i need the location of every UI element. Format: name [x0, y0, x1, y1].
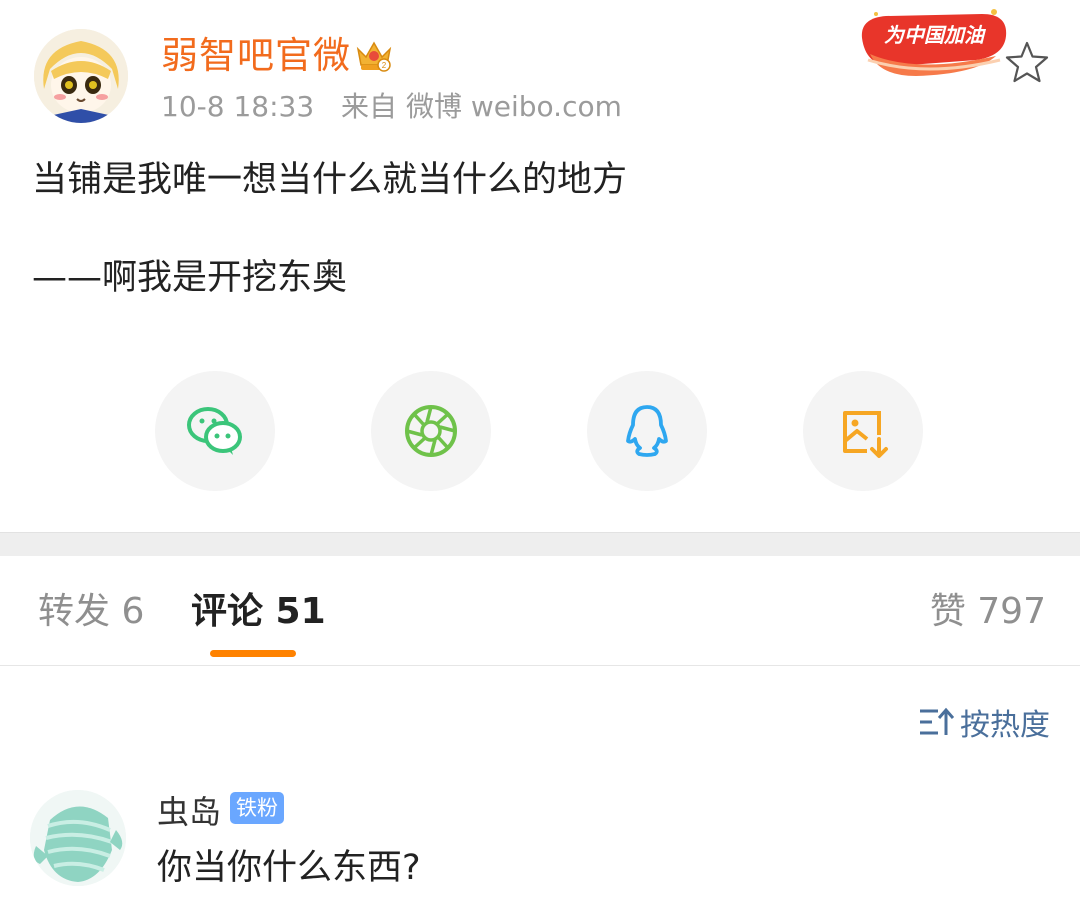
- moments-icon: [405, 405, 457, 457]
- author-name[interactable]: 弱智吧官微: [161, 34, 351, 78]
- fan-badge: 铁粉: [230, 792, 284, 824]
- share-moments-button[interactable]: [371, 371, 491, 491]
- tab-divider: [0, 665, 1080, 666]
- sort-icon: [920, 707, 954, 735]
- commenter-name[interactable]: 虫岛: [157, 791, 221, 833]
- comment-text: 你当你什么东西?: [157, 848, 421, 888]
- share-qq-button[interactable]: [587, 371, 707, 491]
- sort-by-hot-button[interactable]: 按热度: [918, 700, 1050, 744]
- section-divider: [0, 532, 1080, 556]
- post-time: 10-8 18:33: [161, 90, 315, 123]
- post-content: 当铺是我唯一想当什么就当什么的地方 ——啊我是开挖东奥: [32, 155, 627, 351]
- favorite-star-icon[interactable]: [1003, 39, 1051, 85]
- tab-comment[interactable]: 评论 51: [191, 585, 326, 639]
- post-meta: 10-8 18:33 来自 微博 weibo.com: [161, 88, 640, 126]
- post-line-1: 当铺是我唯一想当什么就当什么的地方: [32, 160, 628, 200]
- vip-crown-icon: 2: [354, 37, 394, 73]
- active-tab-indicator: [210, 650, 296, 657]
- commenter-avatar[interactable]: [30, 790, 126, 886]
- share-wechat-button[interactable]: [155, 371, 275, 491]
- sort-label: 按热度: [960, 708, 1050, 743]
- post-source[interactable]: 来自 微博 weibo.com: [341, 90, 622, 123]
- wechat-icon: [187, 407, 242, 455]
- save-image-icon: [843, 411, 888, 458]
- save-image-button[interactable]: [803, 371, 923, 491]
- author-avatar[interactable]: [34, 29, 128, 123]
- cheer-badge[interactable]: 为中国加油: [856, 4, 1012, 78]
- cheer-badge-text: 为中国加油: [884, 23, 987, 47]
- svg-text:2: 2: [382, 61, 387, 70]
- tab-repost[interactable]: 转发 6: [38, 585, 144, 639]
- qq-icon: [626, 405, 668, 457]
- weibo-post-page: 弱智吧官微 2 10-8 18:33 来自 微博 weibo.com 为中国加油: [0, 0, 1080, 907]
- tab-like[interactable]: 赞 797: [930, 585, 1046, 639]
- post-line-2: ——啊我是开挖东奥: [32, 258, 348, 298]
